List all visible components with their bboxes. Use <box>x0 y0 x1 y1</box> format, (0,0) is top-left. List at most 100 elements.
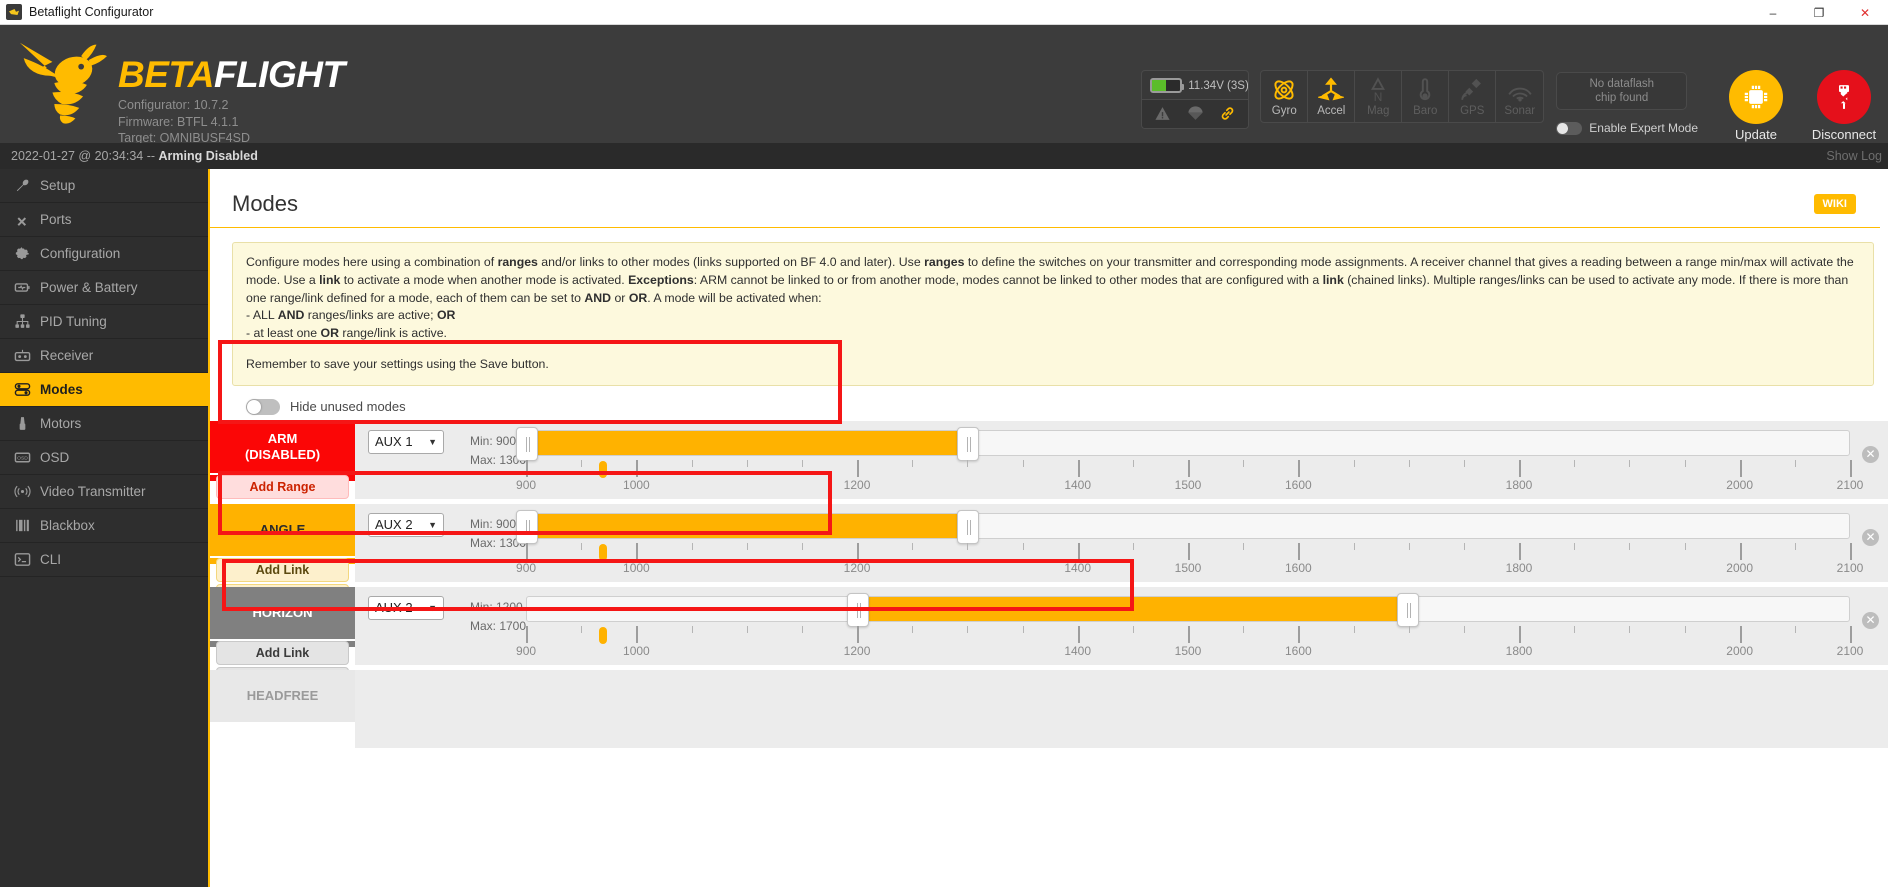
range-track[interactable] <box>526 592 1850 627</box>
ruler-label: 2100 <box>1836 643 1864 658</box>
hide-unused-toggle[interactable] <box>246 398 280 415</box>
sidebar-item-label: Setup <box>40 178 76 193</box>
expert-mode-toggle[interactable] <box>1556 121 1583 135</box>
sidebar-item-blackbox[interactable]: Blackbox <box>0 509 208 543</box>
page-title: Modes <box>232 191 299 216</box>
mode-range-panel <box>355 669 1888 748</box>
sidebar-item-label: Modes <box>40 382 83 397</box>
ruler-tick-major <box>1739 625 1742 643</box>
svg-text:N: N <box>1374 90 1383 103</box>
sensor-mag-label: Mag <box>1367 105 1390 117</box>
disconnect-button[interactable]: Disconnect <box>1800 70 1888 143</box>
ruler-tick-major <box>1188 625 1191 643</box>
ruler-tick-minor <box>1022 625 1024 633</box>
mode-row: HORIZONAdd LinkAdd RangeAUX 2▼Min: 1200M… <box>210 586 1888 691</box>
sidebar-item-osd[interactable]: OSD OSD <box>0 441 208 475</box>
sidebar-item-pid-tuning[interactable]: PID Tuning <box>0 305 208 339</box>
range-handle-min[interactable] <box>516 509 539 544</box>
ruler-tick-major <box>1188 459 1191 477</box>
add-range-button[interactable]: Add Range <box>216 474 349 499</box>
osd-icon: OSD <box>14 452 31 463</box>
close-button[interactable]: ✕ <box>1842 0 1888 25</box>
version-info: Configurator: 10.7.2 Firmware: BTFL 4.1.… <box>118 97 345 143</box>
ruler-tick-minor <box>1022 459 1024 467</box>
ruler-label: 2100 <box>1836 477 1864 492</box>
ruler-tick-major <box>1077 542 1080 560</box>
mode-left-panel: ARM (DISABLED) Add Range <box>210 420 355 499</box>
delete-range-button[interactable]: ✕ <box>1862 445 1879 463</box>
update-firmware-button[interactable]: Update Firmware <box>1712 70 1800 143</box>
range-handle-min[interactable] <box>846 592 869 627</box>
sensor-baro: Baro <box>1402 71 1450 122</box>
ruler-label: 2000 <box>1726 477 1754 492</box>
range-handle-min[interactable] <box>516 426 539 461</box>
header-toolbar: 11.34V (3S) Gyro Accel N Mag Baro GPS So… <box>1141 25 1888 143</box>
ruler-label: 1800 <box>1505 560 1533 575</box>
hide-unused-row[interactable]: Hide unused modes <box>210 386 1888 421</box>
mode-button-backdrop: Add Range <box>210 474 355 499</box>
expert-mode-row[interactable]: Enable Expert Mode <box>1556 121 1698 135</box>
show-log-button[interactable]: Show Log <box>1826 149 1886 163</box>
channel-select[interactable]: AUX 1 ▼ <box>368 429 444 454</box>
ruler-label: 900 <box>516 477 537 492</box>
sensor-accel-label: Accel <box>1317 105 1346 117</box>
ruler-label: 1500 <box>1174 477 1202 492</box>
mode-row: ANGLEAdd LinkAdd RangeAUX 2▼Min: 900Max:… <box>210 503 1888 608</box>
mode-range-panel: AUX 1 ▼ Min: 900 Max: 1300 900 1000 1200 1400 15… <box>355 420 1888 499</box>
brand-beta: BETA <box>118 54 214 95</box>
sensor-gyro: Gyro <box>1261 71 1309 122</box>
blackbox-icon <box>16 519 29 532</box>
ruler-tick-major <box>1519 542 1521 560</box>
sidebar-item-label: Blackbox <box>40 518 95 533</box>
motor-icon <box>19 417 26 430</box>
battery-reading: 11.34V (3S) <box>1142 71 1248 99</box>
ruler-label: 1200 <box>843 560 871 575</box>
expert-mode-label: Enable Expert Mode <box>1589 121 1698 135</box>
parachute-icon <box>1188 106 1203 120</box>
plug-icon <box>17 217 27 226</box>
sidebar-item-receiver[interactable]: Receiver <box>0 339 208 373</box>
terminal-icon <box>14 553 31 566</box>
mode-range-line: AUX 1 ▼ Min: 900 Max: 1300 900 1000 1200 1400 15… <box>355 426 1888 494</box>
channel-select[interactable]: AUX 2 ▼ <box>368 595 444 620</box>
mode-range-line: AUX 2 ▼ Min: 900 Max: 1300 900 1000 1200 1400 15… <box>355 509 1888 577</box>
delete-range-button[interactable]: ✕ <box>1862 528 1879 546</box>
sidebar-item-configuration[interactable]: Configuration <box>0 237 208 271</box>
range-handle-max[interactable] <box>1397 592 1420 627</box>
sidebar-item-setup[interactable]: Setup <box>0 169 208 203</box>
add-link-button[interactable]: Add Link <box>216 557 349 582</box>
ruler-tick-minor <box>1629 459 1631 467</box>
chevron-down-icon: ▼ <box>428 602 437 613</box>
dataflash-status[interactable]: No dataflash chip found <box>1556 72 1688 110</box>
sidebar-item-modes[interactable]: Modes <box>0 373 208 407</box>
sidebar-item-power-battery[interactable]: Power & Battery <box>0 271 208 305</box>
range-handle-max[interactable] <box>956 426 979 461</box>
sidebar-item-video-transmitter[interactable]: Video Transmitter <box>0 475 208 509</box>
ruler-tick-minor <box>1629 542 1631 550</box>
sitemap-icon <box>15 314 30 328</box>
ruler-tick-major <box>1739 459 1742 477</box>
app-icon <box>6 4 22 20</box>
sidebar-item-motors[interactable]: Motors <box>0 407 208 441</box>
maximize-button[interactable]: ❐ <box>1796 0 1842 25</box>
range-track[interactable] <box>516 509 1850 544</box>
minimize-button[interactable]: – <box>1750 0 1796 25</box>
range-track[interactable] <box>516 426 1850 461</box>
sidebar-item-ports[interactable]: Ports <box>0 203 208 237</box>
ruler-label: 1800 <box>1505 643 1533 658</box>
ruler-tick-major <box>1739 542 1742 560</box>
add-link-button[interactable]: Add Link <box>216 640 349 665</box>
ruler-tick-minor <box>1463 459 1465 467</box>
chevron-down-icon: ▼ <box>428 519 437 530</box>
ruler-tick-minor <box>801 542 803 550</box>
ruler-tick-major <box>857 542 860 560</box>
update-firmware-circle <box>1729 70 1783 124</box>
status-bar: 2022-01-27 @ 20:34:34 -- Arming Disabled… <box>0 143 1888 169</box>
target-name: Target: OMNIBUSF4SD <box>118 131 250 143</box>
sidebar-item-cli[interactable]: CLI <box>0 543 208 577</box>
disconnect-circle <box>1817 70 1871 124</box>
delete-range-button[interactable]: ✕ <box>1862 611 1879 629</box>
range-handle-max[interactable] <box>956 509 979 544</box>
wiki-button[interactable]: WIKI <box>1813 194 1856 214</box>
channel-select[interactable]: AUX 2 ▼ <box>368 512 444 537</box>
